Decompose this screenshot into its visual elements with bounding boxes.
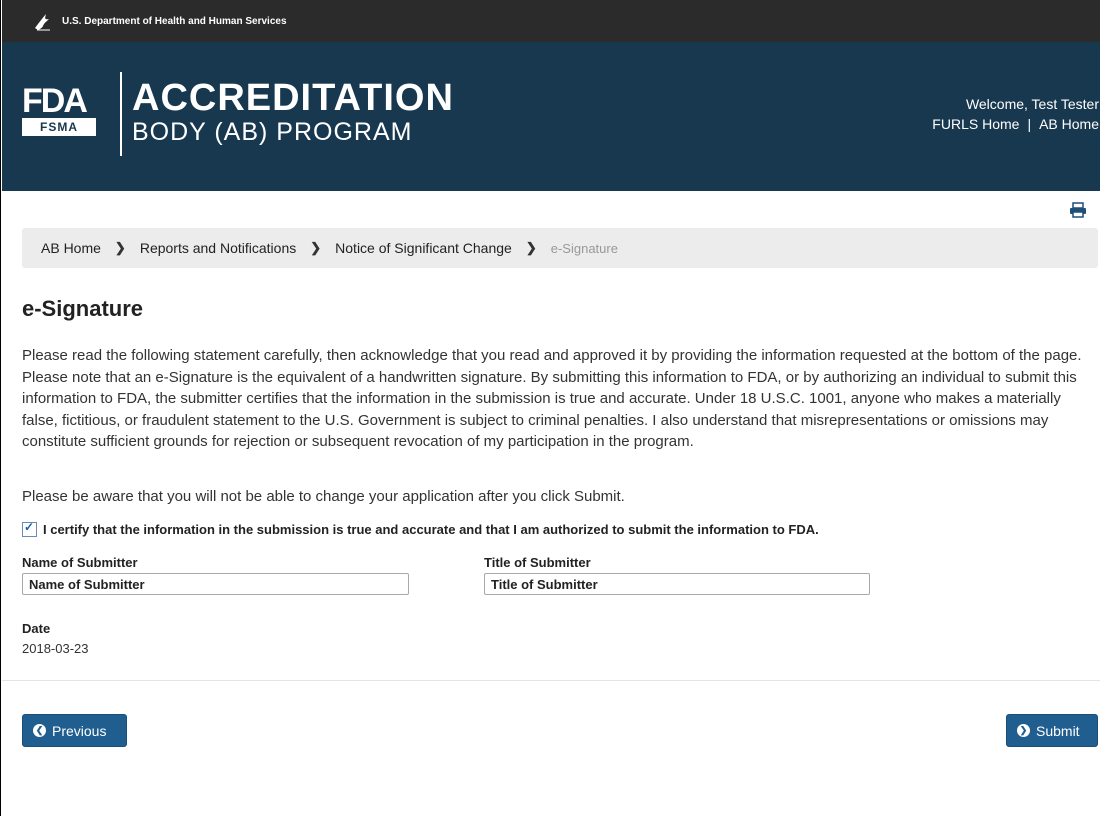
title-of-submitter-input[interactable] — [484, 573, 870, 595]
link-separator: | — [1027, 116, 1032, 132]
breadcrumb-reports-notifications[interactable]: Reports and Notifications — [140, 240, 296, 256]
page-title: e-Signature — [22, 296, 144, 321]
date-label: Date — [22, 621, 51, 636]
welcome-text: Welcome, Test Tester — [965, 96, 1099, 112]
site-header: FDA FSMA ACCREDITATION BODY (AB) PROGRAM… — [2, 42, 1100, 191]
name-of-submitter-input[interactable] — [22, 573, 409, 595]
breadcrumb-ab-home[interactable]: AB Home — [41, 240, 101, 256]
title-of-submitter-label: Title of Submitter — [484, 555, 591, 570]
chevron-right-icon: ❯ — [310, 240, 322, 255]
certify-checkbox[interactable] — [22, 520, 37, 537]
breadcrumb: AB Home ❯ Reports and Notifications ❯ No… — [22, 228, 1098, 268]
certify-label: I certify that the information in the su… — [43, 522, 819, 537]
program-title-line1: ACCREDITATION — [132, 77, 454, 119]
print-icon[interactable] — [1069, 202, 1087, 218]
chevron-right-icon: ❯ — [525, 240, 537, 255]
program-title: ACCREDITATION BODY (AB) PROGRAM — [132, 78, 454, 146]
chevron-left-circle-icon: ❮ — [33, 724, 46, 737]
hhs-eagle-icon — [32, 10, 54, 32]
previous-button-label: Previous — [52, 722, 107, 739]
submit-button[interactable]: ❯ Submit — [1006, 714, 1098, 747]
previous-button[interactable]: ❮ Previous — [22, 714, 127, 747]
page-frame: U.S. Department of Health and Human Serv… — [0, 0, 1100, 816]
furls-home-link[interactable]: FURLS Home — [932, 116, 1019, 132]
chevron-right-icon: ❯ — [114, 240, 126, 255]
submit-warning-text: Please be aware that you will not be abl… — [22, 488, 625, 505]
fda-fsma-logo[interactable]: FDA FSMA — [22, 84, 98, 140]
ab-home-link[interactable]: AB Home — [1039, 116, 1099, 132]
logo-fsma-text: FSMA — [22, 118, 96, 136]
logo-divider — [120, 72, 122, 156]
esignature-statement: Please read the following statement care… — [22, 347, 1082, 450]
user-links: Welcome, Test Tester FURLS Home | AB Home — [932, 94, 1099, 134]
hhs-bar-text: U.S. Department of Health and Human Serv… — [62, 15, 287, 27]
hhs-bar: U.S. Department of Health and Human Serv… — [2, 0, 1100, 42]
name-of-submitter-label: Name of Submitter — [22, 555, 138, 570]
logo-fda-text: FDA — [22, 82, 88, 120]
program-title-line2: BODY (AB) PROGRAM — [132, 118, 413, 146]
submit-button-label: Submit — [1036, 722, 1080, 739]
date-value: 2018-03-23 — [22, 641, 89, 656]
section-divider — [2, 680, 1100, 681]
breadcrumb-notice-significant-change[interactable]: Notice of Significant Change — [335, 240, 512, 256]
breadcrumb-current: e-Signature — [550, 240, 618, 256]
chevron-right-circle-icon: ❯ — [1017, 724, 1030, 737]
certify-row: I certify that the information in the su… — [22, 520, 819, 537]
